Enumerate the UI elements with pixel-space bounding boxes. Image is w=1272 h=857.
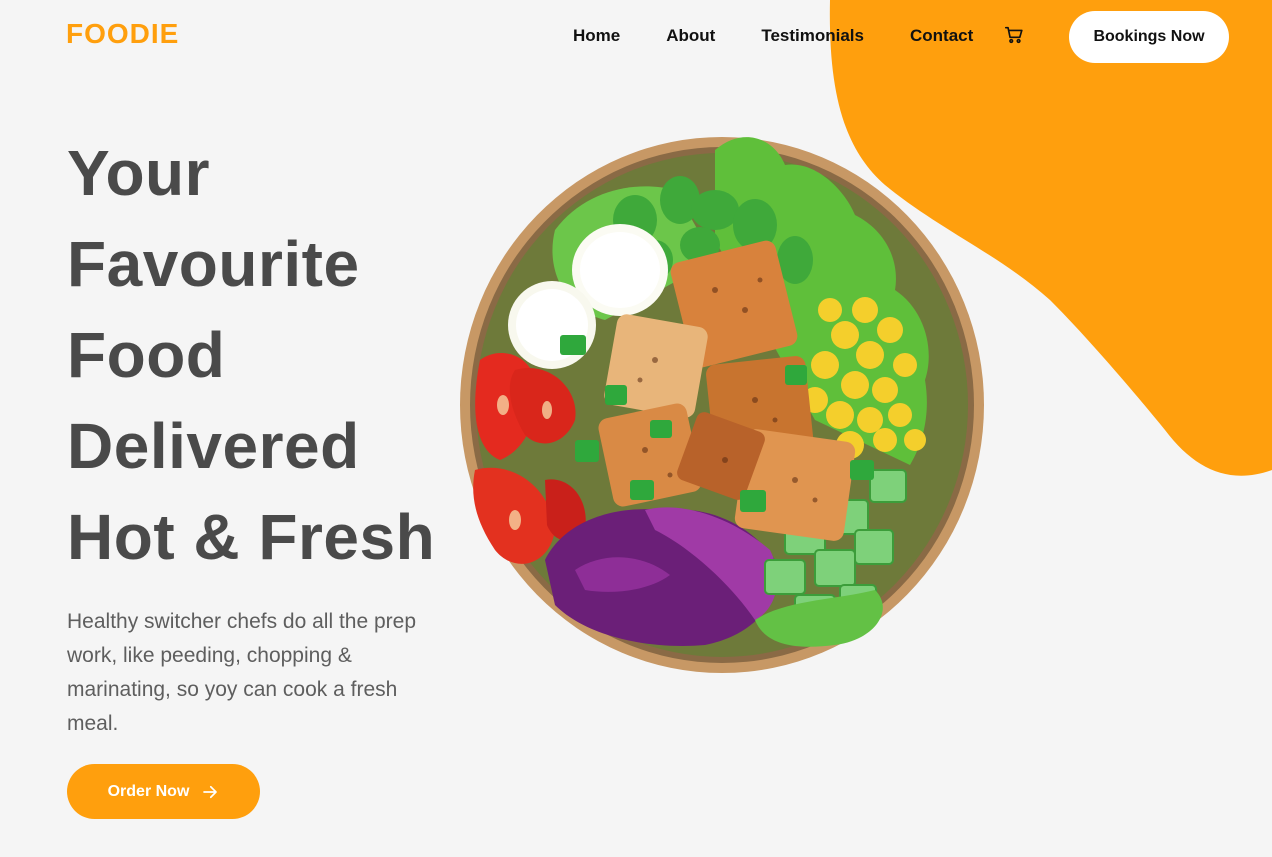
order-now-label: Order Now — [107, 782, 190, 800]
main-nav: Home About Testimonials Contact — [573, 26, 1019, 46]
headline-line: Delivered — [67, 410, 360, 482]
headline-line: Favourite — [67, 228, 360, 300]
arrow-right-icon — [203, 785, 218, 798]
bookings-now-button[interactable]: Bookings Now — [1069, 11, 1229, 63]
order-now-button[interactable]: Order Now — [67, 764, 260, 819]
hero-description: Healthy switcher chefs do all the prep w… — [67, 610, 417, 735]
headline-line: Hot & Fresh — [67, 501, 436, 573]
nav-item-testimonials[interactable]: Testimonials — [761, 26, 864, 46]
headline-line: Food — [67, 319, 226, 391]
nav-item-about[interactable]: About — [666, 26, 715, 46]
logo[interactable]: FOODIE — [66, 18, 179, 50]
hero-headline: Your Favourite Food Delivered Hot & Fres… — [67, 128, 447, 583]
headline-line: Your — [67, 137, 211, 209]
cart-icon[interactable] — [1003, 24, 1025, 46]
nav-item-home[interactable]: Home — [573, 26, 620, 46]
salad-bowl-image — [460, 137, 984, 673]
nav-item-contact[interactable]: Contact — [910, 26, 973, 46]
